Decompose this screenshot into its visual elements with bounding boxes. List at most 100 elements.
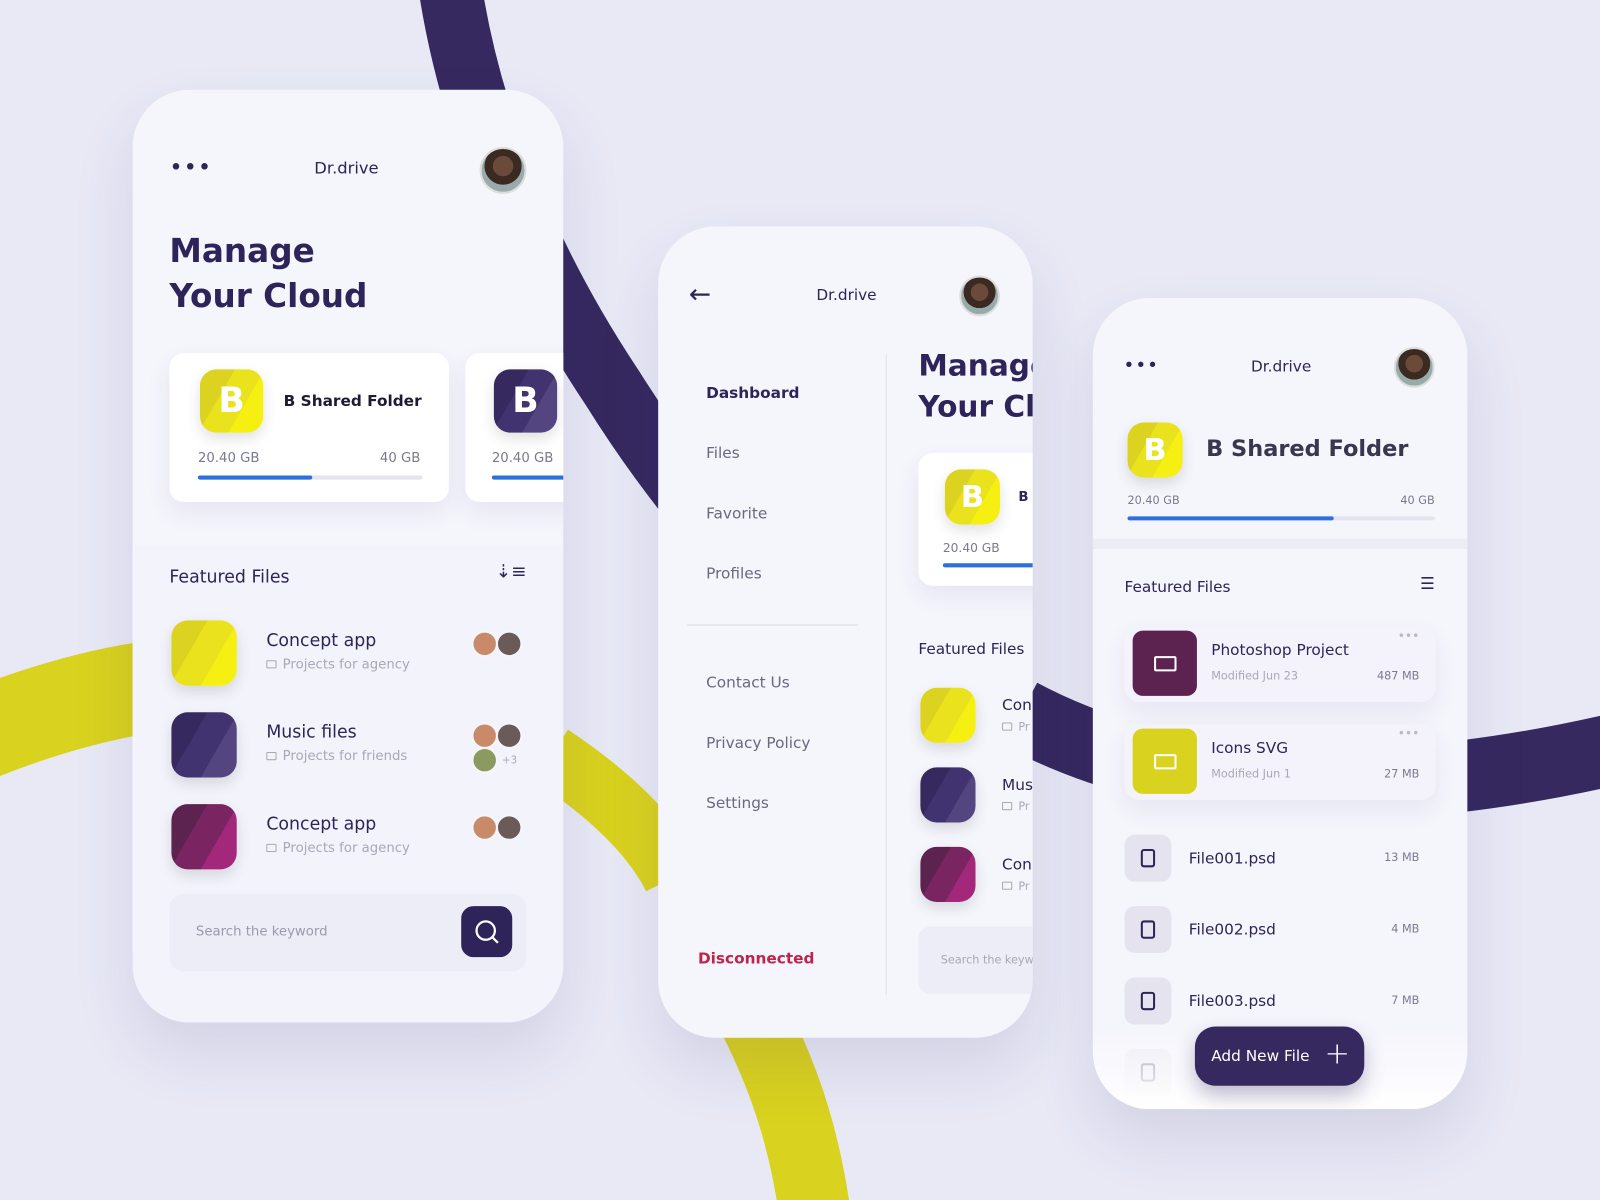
back-arrow-icon[interactable]: ← xyxy=(689,280,711,311)
file-subtitle: Projects for agency xyxy=(266,841,410,856)
storage-progress xyxy=(942,563,1033,568)
sort-descending-icon[interactable]: ⇣≡ xyxy=(496,561,527,582)
storage-progress xyxy=(491,475,564,480)
search-icon xyxy=(475,920,499,944)
used-storage: 20.40 GB xyxy=(942,540,1000,556)
file-name: Music files xyxy=(266,722,357,743)
folder-letter-icon: B xyxy=(1127,422,1183,478)
search-input[interactable]: Search the keyw xyxy=(941,953,1033,966)
collaborator-avatar xyxy=(495,814,523,841)
list-item[interactable]: Con Pr xyxy=(920,687,1032,743)
more-options-icon[interactable]: ••• xyxy=(1398,629,1420,643)
search-bar[interactable]: Search the keyw xyxy=(918,926,1033,994)
file-size: 4 MB xyxy=(1391,922,1420,936)
total-storage: 40 GB xyxy=(1400,493,1435,508)
page-title: Manage Your Cloud xyxy=(169,229,367,319)
file-subtitle: Pr xyxy=(1002,800,1030,813)
app-title: Dr.drive xyxy=(314,158,379,178)
folder-name: B Shared Folder xyxy=(283,391,422,411)
folder-item[interactable]: Photoshop Project Modified Jun 23 487 MB… xyxy=(1124,626,1436,703)
folder-icon xyxy=(1153,655,1177,671)
list-icon[interactable]: ☰ xyxy=(1420,573,1435,592)
search-input[interactable]: Search the keyword xyxy=(196,924,328,939)
collaborator-avatar xyxy=(495,722,523,749)
file-color-icon xyxy=(920,687,976,743)
file-item[interactable]: File002.psd 4 MB xyxy=(1124,906,1435,954)
page-title-preview: Manage Your Clo xyxy=(918,345,1032,427)
folder-name: B S xyxy=(1018,489,1032,506)
total-storage: 40 GB xyxy=(379,451,421,467)
disconnect-button[interactable]: Disconnected xyxy=(698,949,815,967)
collaborator-avatar xyxy=(471,814,498,841)
featured-section: Featured Files ⇣≡ Concept app Projects f… xyxy=(132,544,564,1023)
menu-item-files[interactable]: Files xyxy=(706,444,740,462)
modified-date: Modified Jun 1 xyxy=(1211,767,1291,781)
list-item[interactable]: Mus Pr xyxy=(920,767,1033,823)
more-menu-icon[interactable]: ••• xyxy=(1123,357,1159,375)
list-item[interactable]: Concept app Projects for agency xyxy=(169,620,526,686)
section-title: Featured Files xyxy=(1124,577,1231,596)
divider xyxy=(885,354,887,995)
document-icon xyxy=(1140,848,1156,868)
file-item[interactable]: File003.psd 7 MB xyxy=(1124,977,1435,1025)
folder-size: 27 MB xyxy=(1384,767,1420,781)
title-line-1: Manage xyxy=(918,347,1032,383)
add-new-file-button[interactable]: Add New File + xyxy=(1194,1026,1365,1086)
title-line-2: Your Clo xyxy=(918,388,1032,424)
subtitle-text: Projects for friends xyxy=(282,748,408,765)
menu-item-privacy-policy[interactable]: Privacy Policy xyxy=(706,734,810,752)
folder-letter-icon: B xyxy=(944,469,1000,525)
avatar[interactable] xyxy=(1393,346,1435,388)
menu-item-profiles[interactable]: Profiles xyxy=(706,564,762,582)
subtitle-text: Projects for agency xyxy=(282,840,410,857)
folder-card-preview[interactable]: B B S 20.40 GB xyxy=(918,453,1033,586)
folder-item[interactable]: Icons SVG Modified Jun 1 27 MB ••• xyxy=(1124,724,1436,800)
screen-folder: ••• Dr.drive B B Shared Folder 20.40 GB … xyxy=(1092,297,1468,1110)
collaborator-avatar xyxy=(471,722,498,749)
folder-size: 487 MB xyxy=(1376,669,1420,683)
file-name: File001.psd xyxy=(1188,848,1276,868)
app-title: Dr.drive xyxy=(1251,357,1312,376)
divider xyxy=(1092,538,1468,549)
file-name: Concept app xyxy=(266,630,377,652)
storage-progress xyxy=(197,475,423,480)
search-button[interactable] xyxy=(461,906,513,958)
used-storage: 20.40 GB xyxy=(491,451,554,467)
menu-item-dashboard[interactable]: Dashboard xyxy=(706,384,799,402)
file-name: Con xyxy=(1002,855,1032,874)
list-item[interactable]: Concept app Projects for agency xyxy=(169,804,526,870)
avatar[interactable] xyxy=(959,275,1000,317)
subtitle-text: Pr xyxy=(1018,879,1030,893)
list-item[interactable]: Music files Projects for friends +3 xyxy=(169,712,526,778)
folder-card[interactable]: B B Shared Folder 20.40 GB 40 GB xyxy=(169,353,449,503)
menu-item-contact-us[interactable]: Contact Us xyxy=(706,673,790,691)
file-color-icon xyxy=(171,712,237,778)
subtitle-text: Projects for agency xyxy=(282,657,410,673)
file-subtitle: Pr xyxy=(1002,880,1030,893)
screen-dashboard: ••• Dr.drive Manage Your Cloud B B Share… xyxy=(132,89,564,1023)
menu-item-settings[interactable]: Settings xyxy=(706,794,769,812)
menu-item-favorite[interactable]: Favorite xyxy=(706,504,767,522)
folder-card-2[interactable]: B 20.40 GB xyxy=(465,353,564,503)
avatar[interactable] xyxy=(479,146,527,194)
folder-icon xyxy=(266,660,277,669)
file-color-icon xyxy=(171,804,237,870)
file-size: 13 MB xyxy=(1384,851,1420,865)
folder-icon xyxy=(1002,722,1013,731)
file-name: File002.psd xyxy=(1188,920,1276,939)
section-title: Featured Files xyxy=(918,639,1025,659)
folder-name: Icons SVG xyxy=(1211,738,1289,758)
more-options-icon[interactable]: ••• xyxy=(1398,727,1420,741)
list-item[interactable]: Con Pr xyxy=(920,846,1032,903)
more-menu-icon[interactable]: ••• xyxy=(169,157,212,179)
collaborator-avatar xyxy=(471,746,498,774)
modified-date: Modified Jun 23 xyxy=(1211,669,1299,683)
file-item[interactable]: File001.psd 13 MB xyxy=(1124,834,1435,882)
file-subtitle: Projects for agency xyxy=(266,657,410,672)
used-storage: 20.40 GB xyxy=(197,451,260,467)
folder-tile xyxy=(1132,728,1197,794)
folder-icon xyxy=(1153,753,1177,769)
file-name: File003.psd xyxy=(1188,991,1276,1011)
folder-letter-icon: B xyxy=(199,369,264,433)
file-color-icon xyxy=(171,620,237,686)
